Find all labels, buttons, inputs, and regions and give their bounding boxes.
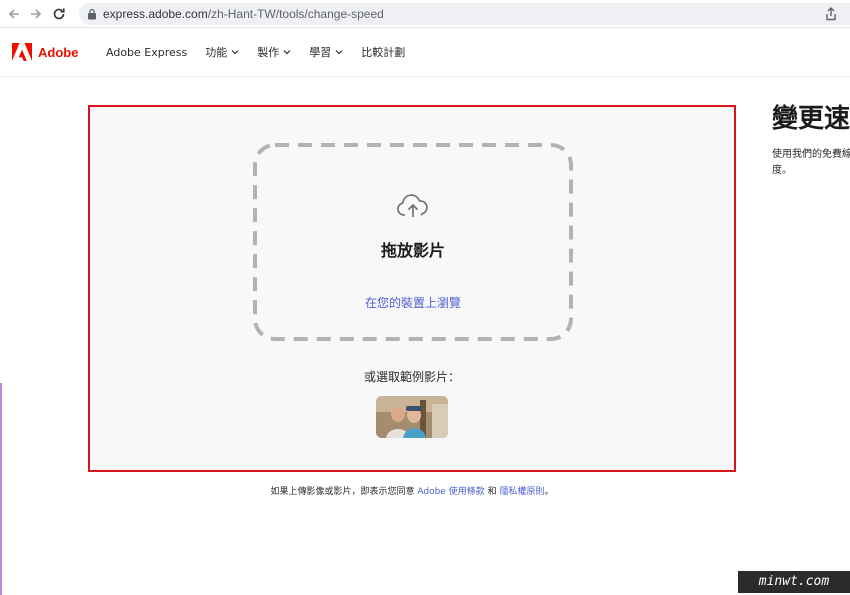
terms-suffix: 。 <box>544 487 554 497</box>
page-description-line: 使用我們的免費線 <box>772 149 850 160</box>
sample-video-thumbnail[interactable] <box>376 396 448 438</box>
address-bar[interactable]: express.adobe.com/zh-Hant-TW/tools/chang… <box>79 3 850 25</box>
nav-features[interactable]: 功能 <box>205 44 239 60</box>
dropzone-title: 拖放影片 <box>380 241 445 260</box>
url-host: express.adobe.com <box>103 7 208 21</box>
nav-create[interactable]: 製作 <box>257 44 291 60</box>
reload-icon <box>53 8 65 20</box>
upload-card: 拖放影片 在您的裝置上瀏覽 或選取範例影片： <box>88 105 736 472</box>
adobe-logo[interactable]: Adobe <box>12 43 78 61</box>
nav-label: 製作 <box>257 46 280 59</box>
terms-notice: 如果上傳影像或影片，即表示您同意 Adobe 使用條款 和 隱私權原則。 <box>0 484 824 497</box>
url-path: /zh-Hant-TW/tools/change-speed <box>207 7 384 21</box>
cloud-upload-icon <box>397 194 428 217</box>
browse-device-link[interactable]: 在您的裝置上瀏覽 <box>253 294 573 311</box>
forward-button[interactable] <box>26 4 46 24</box>
page-description-line: 度。 <box>772 165 792 176</box>
nav-label: 比較計劃 <box>361 46 406 59</box>
chevron-down-icon <box>231 50 239 55</box>
sample-video-label: 或選取範例影片： <box>363 370 460 384</box>
reload-button[interactable] <box>49 4 69 24</box>
arrow-left-icon <box>8 9 19 19</box>
main-nav: Adobe Express 功能 製作 學習 比較計劃 <box>106 44 405 60</box>
nav-label: 學習 <box>309 46 332 59</box>
sample-video-image <box>376 396 448 438</box>
share-icon[interactable] <box>824 7 838 21</box>
video-dropzone[interactable]: 拖放影片 在您的裝置上瀏覽 <box>253 143 573 341</box>
chevron-down-icon <box>283 50 291 55</box>
chevron-down-icon <box>335 50 343 55</box>
page-description: 使用我們的免費線 度。 <box>772 147 850 179</box>
privacy-policy-link[interactable]: 隱私權原則 <box>499 487 544 497</box>
url-text: express.adobe.com/zh-Hant-TW/tools/chang… <box>103 6 384 22</box>
watermark: minwt.com <box>738 571 850 593</box>
site-header: Adobe Adobe Express 功能 製作 學習 比較計劃 <box>0 28 850 77</box>
left-edge-marker <box>0 383 2 595</box>
browser-toolbar: express.adobe.com/zh-Hant-TW/tools/chang… <box>0 0 850 28</box>
adobe-logo-text: Adobe <box>38 44 79 60</box>
nav-adobe-express[interactable]: Adobe Express <box>106 44 187 60</box>
adobe-logo-icon <box>12 43 32 61</box>
lock-icon <box>88 8 96 20</box>
nav-label: 功能 <box>205 46 228 59</box>
page-title: 變更速 <box>772 104 850 134</box>
terms-prefix: 如果上傳影像或影片，即表示您同意 <box>270 487 418 497</box>
terms-of-use-link[interactable]: Adobe 使用條款 <box>417 487 484 497</box>
arrow-right-icon <box>31 9 42 19</box>
back-button[interactable] <box>4 4 24 24</box>
nav-compare-plans[interactable]: 比較計劃 <box>361 44 405 60</box>
terms-middle: 和 <box>484 487 500 497</box>
nav-learn[interactable]: 學習 <box>309 44 343 60</box>
nav-label: Adobe Express <box>106 45 188 59</box>
